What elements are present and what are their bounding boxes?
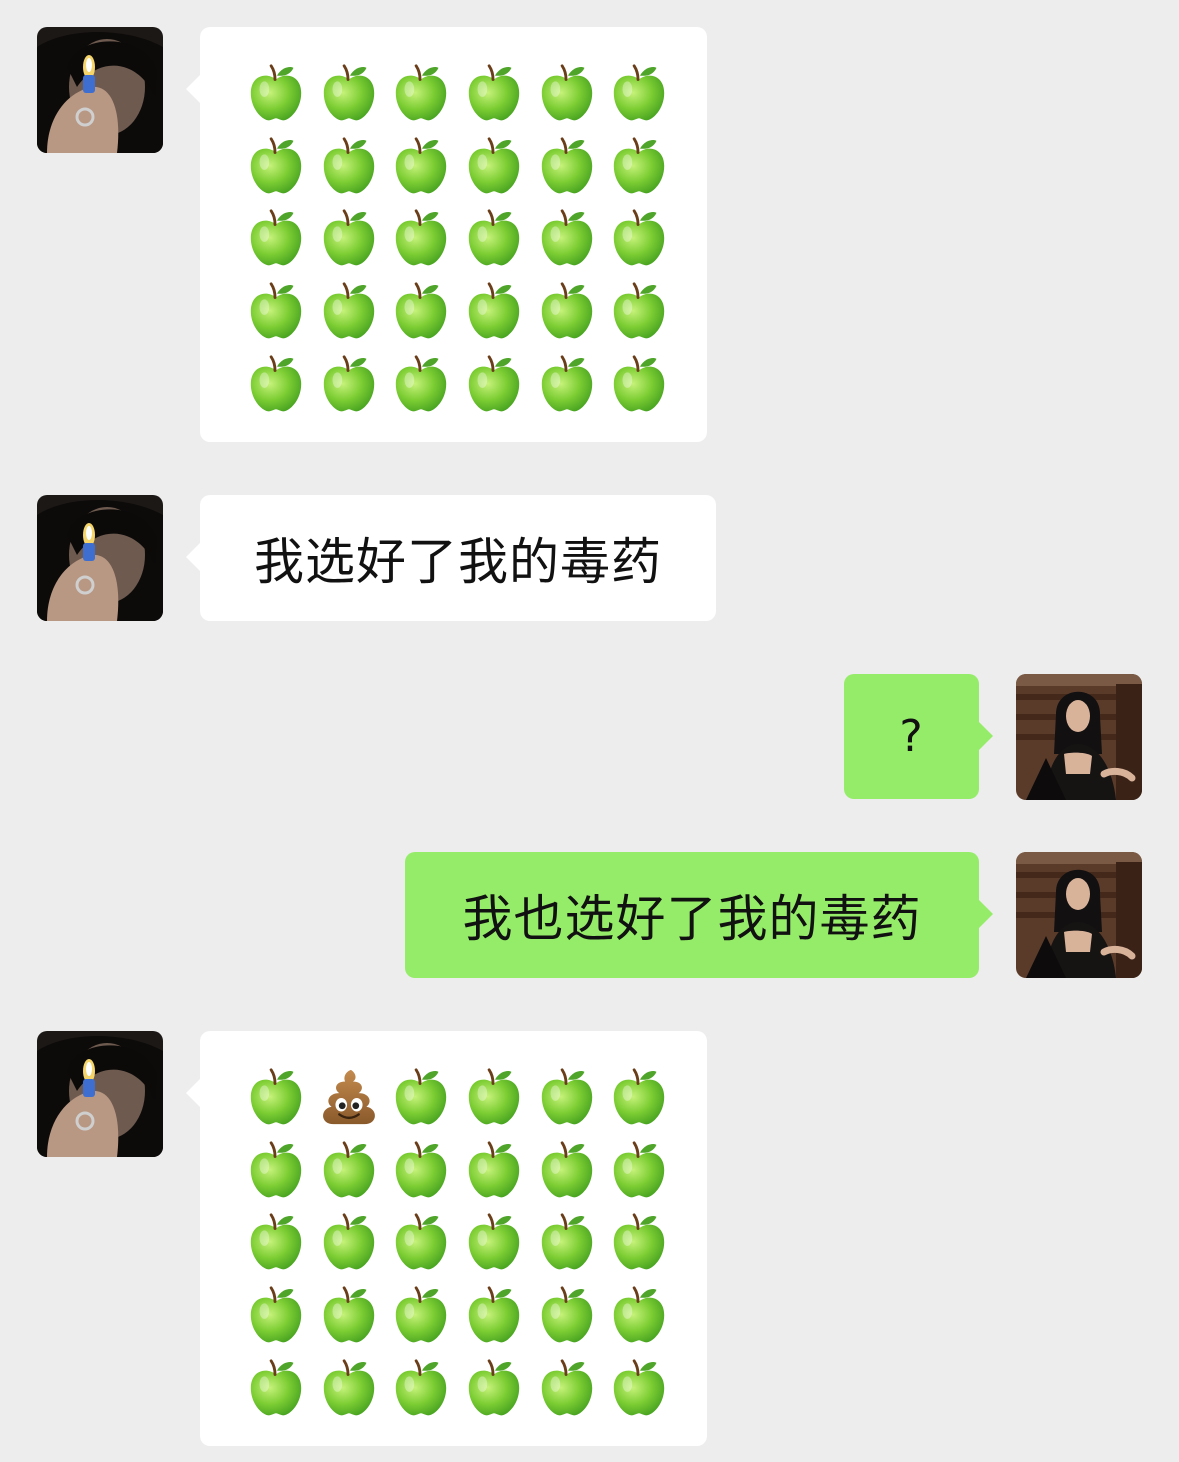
outgoing-text-message[interactable]: 我也选好了我的毒药 <box>405 852 993 978</box>
emoji-grid <box>240 57 676 420</box>
green-apple-icon <box>385 347 458 420</box>
green-apple-icon <box>240 57 313 130</box>
green-apple-icon <box>603 202 676 275</box>
outgoing-text-message[interactable]: ? <box>844 674 993 799</box>
green-apple-icon <box>313 57 386 130</box>
incoming-emoji-message[interactable] <box>186 27 707 442</box>
green-apple-icon <box>313 347 386 420</box>
green-apple-icon <box>313 202 386 275</box>
green-apple-icon <box>603 1061 676 1134</box>
green-apple-icon <box>603 275 676 348</box>
green-apple-icon <box>603 1351 676 1424</box>
green-apple-icon <box>240 1206 313 1279</box>
self-avatar[interactable] <box>1016 674 1142 800</box>
green-apple-icon <box>313 130 386 203</box>
green-apple-icon <box>458 347 531 420</box>
green-apple-icon <box>458 1279 531 1352</box>
message-text: 我也选好了我的毒药 <box>462 890 922 948</box>
green-apple-icon <box>530 1206 603 1279</box>
green-apple-icon <box>240 130 313 203</box>
self-avatar[interactable] <box>1016 852 1142 978</box>
green-apple-icon <box>385 1061 458 1134</box>
green-apple-icon <box>385 130 458 203</box>
green-apple-icon <box>313 1351 386 1424</box>
contact-avatar[interactable] <box>37 27 163 153</box>
green-apple-icon <box>603 347 676 420</box>
green-apple-icon <box>240 1351 313 1424</box>
green-apple-icon <box>603 1206 676 1279</box>
pile-of-poo-icon <box>313 1061 386 1134</box>
incoming-emoji-message[interactable] <box>186 1031 707 1446</box>
green-apple-icon <box>458 57 531 130</box>
green-apple-icon <box>385 1279 458 1352</box>
green-apple-icon <box>240 1279 313 1352</box>
green-apple-icon <box>240 1134 313 1207</box>
green-apple-icon <box>530 1279 603 1352</box>
green-apple-icon <box>530 130 603 203</box>
green-apple-icon <box>530 202 603 275</box>
green-apple-icon <box>385 1134 458 1207</box>
message-text: 我选好了我的毒药 <box>254 533 662 591</box>
green-apple-icon <box>458 1134 531 1207</box>
green-apple-icon <box>603 130 676 203</box>
green-apple-icon <box>458 202 531 275</box>
green-apple-icon <box>313 1279 386 1352</box>
green-apple-icon <box>385 57 458 130</box>
green-apple-icon <box>530 1061 603 1134</box>
green-apple-icon <box>385 202 458 275</box>
green-apple-icon <box>458 1206 531 1279</box>
green-apple-icon <box>240 1061 313 1134</box>
green-apple-icon <box>313 275 386 348</box>
green-apple-icon <box>385 275 458 348</box>
emoji-grid <box>240 1061 676 1424</box>
green-apple-icon <box>530 57 603 130</box>
green-apple-icon <box>530 275 603 348</box>
green-apple-icon <box>458 1351 531 1424</box>
green-apple-icon <box>240 202 313 275</box>
incoming-text-message[interactable]: 我选好了我的毒药 <box>186 495 716 621</box>
green-apple-icon <box>458 275 531 348</box>
contact-avatar[interactable] <box>37 495 163 621</box>
green-apple-icon <box>603 1279 676 1352</box>
green-apple-icon <box>458 1061 531 1134</box>
green-apple-icon <box>530 1134 603 1207</box>
green-apple-icon <box>385 1351 458 1424</box>
green-apple-icon <box>530 1351 603 1424</box>
green-apple-icon <box>240 347 313 420</box>
green-apple-icon <box>603 57 676 130</box>
green-apple-icon <box>530 347 603 420</box>
green-apple-icon <box>240 275 313 348</box>
green-apple-icon <box>313 1206 386 1279</box>
green-apple-icon <box>603 1134 676 1207</box>
green-apple-icon <box>385 1206 458 1279</box>
green-apple-icon <box>458 130 531 203</box>
message-text: ? <box>899 711 924 762</box>
contact-avatar[interactable] <box>37 1031 163 1157</box>
green-apple-icon <box>313 1134 386 1207</box>
